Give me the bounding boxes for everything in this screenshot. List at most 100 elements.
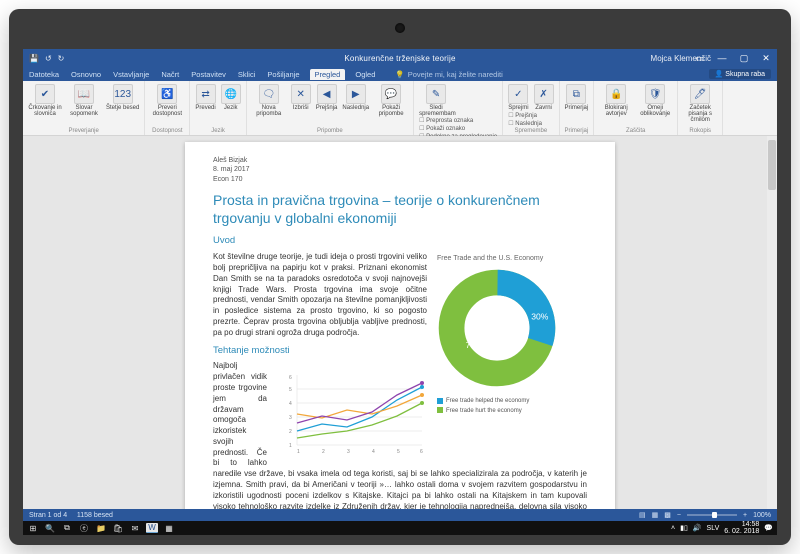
doc-author: Aleš Bizjak [213,156,587,165]
volume-icon[interactable]: 🔊 [693,524,702,532]
ribbon-btn-label: Sprejmi [508,105,528,111]
tab-layout[interactable]: Postavitev [189,70,228,79]
start-icon[interactable]: ⊞ [27,524,39,533]
ribbon-btn-sprejmi[interactable]: ✓Sprejmi [508,84,528,111]
preveri-dostopnost-icon: ♿ [157,84,177,104]
app-icon[interactable]: ▦ [163,524,175,533]
svg-text:6: 6 [289,375,292,381]
zoom-slider[interactable] [687,514,737,516]
ribbon-btn-za-etek-pisanja-s-rnilom[interactable]: 🖊Začetek pisanja s črnilom [683,84,717,123]
maximize-icon[interactable]: ▢ [733,53,755,64]
ribbon-tabs: Datoteka Osnovno Vstavljanje Načrt Posta… [23,67,777,81]
ribbon-group-dostopnost: ♿Preveri dostopnost Dostopnost [145,81,190,135]
ribbon-mini-poka-i-oznako[interactable]: Pokaži oznako [419,125,497,132]
ribbon-btn-sledi-spremembam[interactable]: ✎Sledi spremembam [419,84,453,117]
notifications-icon[interactable]: 💬 [764,524,773,532]
ribbon-mini-prej-nja[interactable]: Prejšnja [508,112,553,119]
ribbon-group-jezik: ⇄Prevedi 🌐Jezik Jezik [190,81,246,135]
ribbon-btn-slovar-sopomenk[interactable]: 📖Slovar sopomenk [67,84,101,117]
ribbon-btn-primerjaj[interactable]: ⧉Primerjaj [565,84,589,111]
ribbon-group-label: Pripombe [252,128,408,134]
ribbon-mini-naslednja[interactable]: Naslednja [508,120,553,127]
taskview-icon[interactable]: ⧉ [61,523,73,533]
zoom-in-icon[interactable]: + [743,512,747,519]
battery-icon[interactable]: ▮▯ [680,524,688,532]
scroll-thumb[interactable] [768,140,776,190]
ribbon-options-icon[interactable]: ▭ [689,53,711,64]
ribbon-btn-naslednja[interactable]: ▶Naslednja [342,84,369,117]
ribbon-btn-zavrni[interactable]: ✗Zavrni [534,84,554,111]
ribbon-btn-omeji-oblikovanje[interactable]: 🛡Omeji oblikovanje [638,84,672,117]
tab-file[interactable]: Datoteka [27,70,61,79]
language-indicator[interactable]: SLV [707,525,720,532]
ribbon-btn-prevedi[interactable]: ⇄Prevedi [195,84,215,111]
ribbon-btn--tetje-besed[interactable]: 123Štetje besed [106,84,139,117]
page-indicator[interactable]: Stran 1 od 4 [29,512,67,519]
ribbon-btn--rkovanje-in-slovnica[interactable]: ✔Črkovanje in slovnica [28,84,62,117]
tab-insert[interactable]: Vstavljanje [111,70,151,79]
ribbon-mini-preprosta-oznaka[interactable]: Preprosta oznaka [419,117,497,124]
ribbon-group-label: Spremembe [508,128,553,134]
-rkovanje-in-slovnica-icon: ✔ [35,84,55,104]
tab-design[interactable]: Načrt [159,70,181,79]
line-chart: 123 456 123 456 [277,365,427,459]
svg-text:1: 1 [289,443,292,449]
ribbon-btn-blokiranj-avtorjev[interactable]: 🔒Blokiranj avtorjev [599,84,633,117]
ribbon-btn-label: Črkovanje in slovnica [28,105,62,117]
minimize-icon[interactable]: — [711,53,733,64]
ribbon-group-preverjanje: ✔Črkovanje in slovnica📖Slovar sopomenk12… [23,81,145,135]
ribbon-group-label: Dostopnost [150,128,184,134]
blokiranj-avtorjev-icon: 🔒 [606,84,626,104]
ribbon-btn-prej-nja[interactable]: ◀Prejšnja [316,84,338,117]
poka-i-pripombe-icon: 💬 [381,84,401,104]
save-icon[interactable]: 💾 [29,54,39,63]
izbri-i-icon: ✕ [291,84,311,104]
clock[interactable]: 14:58 6. 02. 2018 [724,521,759,535]
ribbon-btn-nova-pripomba[interactable]: 🗨Nova pripomba [252,84,286,117]
share-button[interactable]: 👤 Skupna raba [709,69,771,79]
view-web-icon[interactable]: ▩ [664,511,671,519]
document-area: Aleš Bizjak 8. maj 2017 Econ 170 Prosta … [23,136,777,521]
tell-me[interactable]: 💡 Povejte mi, kaj želite narediti [395,70,502,79]
slovar-sopomenk-icon: 📖 [74,84,94,104]
ribbon-group-label: Jezik [195,128,240,134]
mail-icon[interactable]: ✉ [129,524,141,533]
ribbon-btn-label: Izbriši [293,105,309,111]
ribbon-btn-preveri-dostopnost[interactable]: ♿Preveri dostopnost [150,84,184,117]
ribbon-btn-poka-i-pripombe[interactable]: 💬Pokaži pripombe [374,84,408,117]
close-icon[interactable]: ✕ [755,53,777,64]
ribbon-btn-label: Prejšnja [316,105,338,111]
svg-text:5: 5 [397,449,400,455]
ribbon-btn-jezik[interactable]: 🌐Jezik [221,84,241,111]
chart-title: Free Trade and the U.S. Economy [437,254,587,263]
zoom-level[interactable]: 100% [753,512,771,519]
undo-icon[interactable]: ↺ [45,54,52,63]
view-read-icon[interactable]: ▤ [639,511,646,519]
vertical-scrollbar[interactable] [767,136,777,521]
tab-mailings[interactable]: Pošiljanje [265,70,301,79]
-tetje-besed-icon: 123 [113,84,133,104]
tray-up-icon[interactable]: ˄ [671,525,675,532]
edge-icon[interactable]: ⓔ [78,523,90,534]
svg-text:2: 2 [322,449,325,455]
word-count[interactable]: 1158 besed [77,512,113,519]
ribbon-btn-label: Štetje besed [106,105,139,111]
store-icon[interactable]: 🛍 [112,524,124,533]
ribbon-panel: ✔Črkovanje in slovnica📖Slovar sopomenk12… [23,81,777,136]
svg-text:3: 3 [289,415,292,421]
word-taskbar-icon[interactable]: W [146,523,158,533]
search-icon[interactable]: 🔍 [44,524,56,533]
view-print-icon[interactable]: ▦ [652,511,659,519]
svg-text:6: 6 [420,449,423,455]
zoom-out-icon[interactable]: − [677,512,681,519]
tab-review[interactable]: Pregled [310,69,346,80]
redo-icon[interactable]: ↻ [58,54,65,63]
tab-references[interactable]: Sklici [236,70,258,79]
ribbon-group-pripombe: 🗨Nova pripomba✕Izbriši◀Prejšnja▶Naslednj… [247,81,414,135]
ribbon-btn-izbri-i[interactable]: ✕Izbriši [291,84,311,117]
tab-view[interactable]: Ogled [353,70,377,79]
document-page[interactable]: Aleš Bizjak 8. maj 2017 Econ 170 Prosta … [185,142,615,521]
sledi-spremembam-icon: ✎ [426,84,446,104]
tab-home[interactable]: Osnovno [69,70,103,79]
explorer-icon[interactable]: 📁 [95,524,107,533]
